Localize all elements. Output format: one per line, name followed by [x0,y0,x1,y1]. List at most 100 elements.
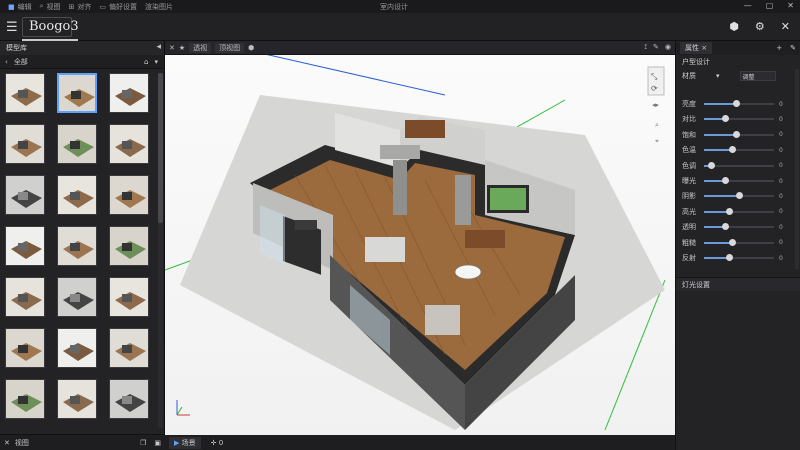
slider-handle[interactable] [729,238,736,246]
slider-track[interactable] [704,207,774,215]
model-thumbnail[interactable] [109,379,149,419]
title-bar: ■ 编辑 ⌕ 视图 ⊞ 对齐 ▭ 偏好设置 渲染图片 室内设计 — ▢ ✕ [0,0,800,13]
top-view-button[interactable]: 顶视图 [215,42,245,53]
slider-handle[interactable] [729,146,736,154]
close-view-icon[interactable]: ✕ [169,44,175,52]
model-thumbnail[interactable] [5,277,45,317]
edit-icon[interactable]: ✎ [790,44,796,52]
3d-viewport[interactable]: ⤡ ⟳ ◂▸ ⌕ ⌖ [165,55,675,435]
slider-track[interactable] [704,100,774,107]
home-icon[interactable]: ⌂ [144,58,148,66]
model-thumbnail[interactable] [109,124,149,164]
svg-text:⟳: ⟳ [651,84,658,93]
model-thumbnail[interactable] [5,328,45,368]
slider-handle[interactable] [722,223,729,231]
thumbnail-preview-icon [110,227,148,265]
back-icon[interactable]: ‹ [5,58,8,66]
round-coffee-table [454,264,482,280]
model-thumbnail[interactable] [109,73,149,113]
model-thumbnail[interactable] [57,124,97,164]
model-thumbnail[interactable] [57,73,97,113]
nav-ring-icon[interactable]: ◂▸ [652,101,660,109]
lighting-section-header[interactable]: 灯光设置 [676,277,800,291]
thumbnail-preview-icon [58,329,96,367]
slider-fill [704,241,732,244]
slider-track[interactable] [704,130,774,138]
camera-icon[interactable]: ◉ [665,43,671,52]
axis-icon[interactable]: ⟟ [644,43,647,52]
hamburger-menu-icon[interactable]: ☰ [6,20,18,35]
model-thumbnail[interactable] [57,379,97,419]
menu-view[interactable]: ⌕ 视图 [40,2,61,12]
model-thumbnail[interactable] [57,175,97,215]
zoom-icon[interactable]: ⌕ [655,121,659,129]
minimize-button[interactable]: — [744,1,752,10]
slider-label: 饱和 [682,130,696,139]
window-title: 室内设计 [380,3,408,11]
dropdown-arrow-icon[interactable]: ▾ [716,72,720,80]
model-thumbnail[interactable] [57,328,97,368]
slider-handle[interactable] [722,115,729,123]
star-icon[interactable]: ★ [179,44,185,52]
maximize-button[interactable]: ▢ [766,1,774,10]
model-thumbnail[interactable] [5,379,45,419]
library-scrollbar[interactable] [158,73,163,428]
close-window-button[interactable]: ✕ [787,1,794,10]
slider-track[interactable] [704,192,774,200]
gear-icon[interactable]: ⚙ [755,20,765,33]
slider-track[interactable] [704,161,774,169]
slider-track[interactable] [704,146,774,154]
model-thumbnail[interactable] [109,277,149,317]
model-thumbnail[interactable] [57,226,97,266]
app-icon: ■ [8,2,15,11]
slider-track[interactable] [704,223,774,231]
dropdown-icon[interactable]: ▾ [154,58,158,66]
property-slider-row: 高光 0 [676,205,800,219]
slider-handle[interactable] [732,100,740,107]
slider-track[interactable] [704,254,774,261]
model-thumbnail[interactable] [5,175,45,215]
pin-icon[interactable]: ✕ [4,439,10,447]
material-dropdown[interactable]: 调整 [739,71,776,81]
copy-icon[interactable]: ❐ [140,439,146,447]
properties-scrollbar[interactable] [795,69,799,269]
properties-tab[interactable]: 属性 × [680,42,713,54]
slider-track[interactable] [704,115,774,123]
pen-icon[interactable]: ✎ [653,43,659,52]
slider-handle[interactable] [736,192,743,200]
menu-render[interactable]: 渲染图片 [145,2,173,12]
add-icon[interactable]: + [776,44,782,52]
navigation-cube[interactable]: ⤡ ⟳ [647,66,665,96]
layout-icon[interactable]: ▣ [154,439,161,447]
model-library-panel: 模型库 ◂ ‹ 全部 ⌂ ▾ ✕ 视图 ❐ ▣ [0,41,165,450]
scene-tab[interactable]: ▶ 场景 [169,436,201,449]
slider-handle[interactable] [722,177,729,184]
model-thumbnail[interactable] [5,73,45,113]
scrollbar-thumb[interactable] [158,73,163,223]
close-icon[interactable]: ✕ [781,20,790,33]
model-thumbnail[interactable] [57,277,97,317]
slider-handle[interactable] [732,130,740,138]
slider-track[interactable] [704,238,774,246]
model-thumbnail[interactable] [5,226,45,266]
menu-edit[interactable]: ■ 编辑 [8,2,32,12]
model-thumbnail[interactable] [5,124,45,164]
model-thumbnail[interactable] [109,328,149,368]
menu-align[interactable]: ⊞ 对齐 [69,2,92,12]
box-icon[interactable]: ⬢ [729,20,739,33]
collapse-panel-icon[interactable]: ◂ [156,42,161,52]
slider-handle[interactable] [725,207,733,215]
model-thumbnail[interactable] [109,226,149,266]
slider-handle[interactable] [708,161,715,169]
ruler-icon[interactable]: ⌖ [655,137,659,145]
model-thumbnail[interactable] [109,175,149,215]
slider-track[interactable] [704,177,774,184]
menu-preferences[interactable]: ▭ 偏好设置 [99,2,137,12]
slider-label: 透明 [682,223,696,232]
properties-panel: 属性 × + ✎ 户型设计 材质 ▾ 调整 亮度 0 对比 0 饱和 0 色温 0 色调 0 曝光 0… [675,41,800,450]
property-slider-row: 对比 0 [676,112,800,126]
perspective-button[interactable]: 透视 [189,42,212,53]
slider-handle[interactable] [725,254,733,261]
cube-icon[interactable]: ⬢ [248,44,254,52]
slider-label: 对比 [682,115,696,124]
